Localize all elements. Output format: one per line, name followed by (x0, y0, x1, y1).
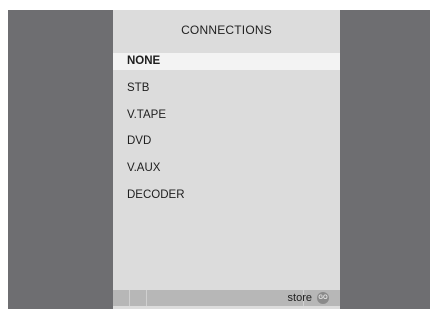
menu-item-stb[interactable]: STB (113, 80, 340, 97)
menu-title: CONNECTIONS (181, 23, 272, 37)
status-divider (129, 290, 130, 306)
menu-item-dvd[interactable]: DVD (113, 133, 340, 150)
status-divider (146, 290, 147, 306)
menu-item-none[interactable]: NONE (113, 53, 340, 70)
store-label: store (287, 292, 312, 304)
menu-item-vaux[interactable]: V.AUX (113, 160, 340, 177)
connections-menu-panel: CONNECTIONS NONE STB V.TAPE DVD V.AUX DE… (113, 10, 340, 309)
go-button-icon[interactable]: GO (317, 292, 329, 304)
status-bar: store GO (113, 290, 340, 306)
menu-item-decoder[interactable]: DECODER (113, 187, 340, 204)
menu-item-vtape[interactable]: V.TAPE (113, 107, 340, 124)
connections-list: NONE STB V.TAPE DVD V.AUX DECODER (113, 53, 340, 214)
panel-footer (113, 306, 340, 309)
